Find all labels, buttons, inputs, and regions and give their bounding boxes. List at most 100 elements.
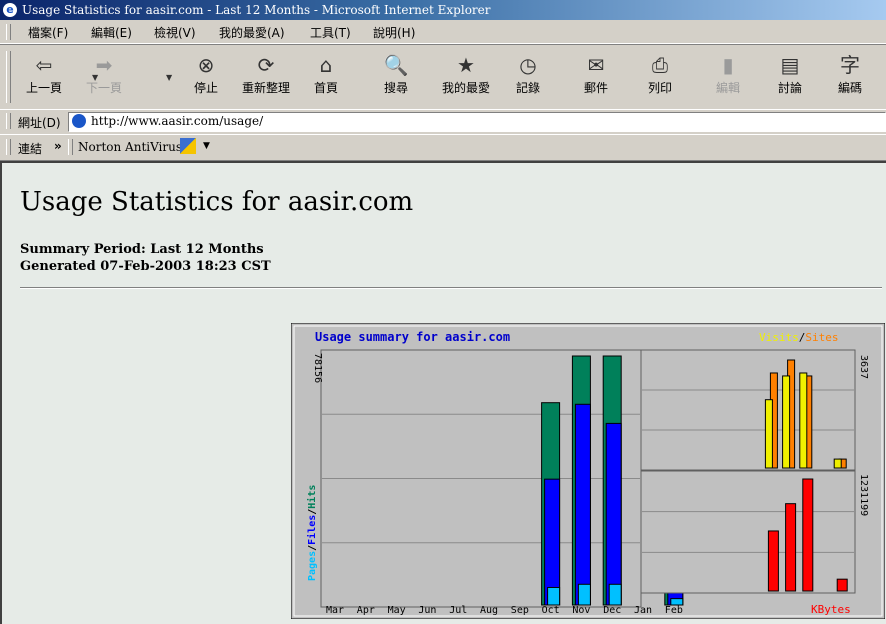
toolbar-button-stop[interactable]: ⊗ 停止: [176, 49, 236, 107]
divider: [20, 287, 882, 289]
toolbar-button-search[interactable]: 🔍 搜尋: [366, 49, 426, 107]
address-url[interactable]: http://www.aasir.com/usage/: [91, 114, 263, 128]
month-label: Jan: [634, 605, 652, 616]
norton-icon[interactable]: [180, 138, 196, 154]
bar-files: [605, 422, 622, 606]
norton-dropdown-icon[interactable]: ▼: [203, 141, 210, 151]
axis-label-part: Pages: [307, 551, 318, 581]
kbytes-label: KBytes: [811, 603, 851, 616]
menu-favorites[interactable]: 我的最愛(A): [219, 24, 285, 41]
favorites-icon: ★: [457, 53, 475, 77]
links-separator: [68, 139, 73, 155]
visits-max-label: 3637: [858, 355, 869, 379]
toolbar-label: 停止: [193, 81, 218, 95]
month-label: Jul: [449, 605, 467, 616]
legend-part: /: [799, 331, 806, 344]
page-icon: [72, 114, 86, 128]
toolbar-button-mail[interactable]: ✉ 郵件: [566, 49, 626, 107]
hits-max-label: 78156: [312, 353, 323, 383]
search-icon: 🔍: [383, 53, 409, 77]
bar-kbytes: [767, 530, 779, 592]
legend-part: Visits: [759, 331, 799, 344]
edit-icon: ▮: [722, 53, 734, 77]
bar-kbytes: [836, 578, 848, 592]
home-icon: ⌂: [319, 53, 333, 77]
visits-panel: [640, 349, 856, 471]
toolbar-button-encoding[interactable]: 字編碼: [820, 49, 880, 107]
toolbar-button-back-arrow[interactable]: ⇦ 上一頁: [14, 49, 74, 107]
toolbar-button-favorites[interactable]: ★ 我的最愛: [436, 49, 496, 107]
address-input[interactable]: http://www.aasir.com/usage/: [68, 112, 886, 132]
print-icon: ⎙: [652, 53, 668, 77]
bar-visits: [833, 458, 842, 469]
bar-kbytes: [785, 503, 797, 592]
month-label: Dec: [603, 605, 621, 616]
month-label: Apr: [357, 605, 375, 616]
menu-tools[interactable]: 工具(T): [310, 24, 351, 41]
bar-kbytes: [802, 478, 814, 592]
toolbar-label: 列印: [647, 81, 672, 95]
usage-summary-chart: Usage summary for aasir.com Mar Apr May Jun J…: [291, 323, 885, 619]
bar-files: [574, 403, 591, 606]
toolbar-label: 記錄: [515, 81, 540, 95]
bar-visits: [782, 375, 791, 469]
window-title: Usage Statistics for aasir.com - Last 12…: [22, 3, 491, 17]
bar-pages: [577, 583, 591, 606]
toolbar-button-home[interactable]: ⌂ 首頁: [296, 49, 356, 107]
page-title: Usage Statistics for aasir.com: [20, 187, 414, 217]
visits-sites-legend: Visits/Sites: [759, 331, 839, 344]
month-label: May: [388, 605, 406, 616]
summary-period: Summary Period: Last 12 Months: [20, 242, 264, 257]
links-chevron-icon[interactable]: »: [54, 139, 62, 153]
toolbar-label: 上一頁: [25, 81, 62, 95]
toolbar-button-forward-arrow[interactable]: ➡ 下一頁: [74, 49, 134, 107]
bar-pages: [670, 598, 684, 606]
menu-help[interactable]: 說明(H): [373, 24, 415, 41]
history-icon: ◷: [519, 53, 537, 77]
toolbar-grip[interactable]: [6, 51, 11, 103]
toolbar-label: 下一頁: [85, 81, 122, 95]
month-label: Feb: [665, 605, 683, 616]
toolbar-button-history[interactable]: ◷ 記錄: [498, 49, 558, 107]
ie-logo-icon: e: [3, 3, 17, 17]
toolbar-button-refresh[interactable]: ⟳ 重新整理: [236, 49, 296, 107]
axis-label-part: Hits: [306, 485, 318, 509]
axis-label-part: Files: [306, 515, 318, 545]
address-grip[interactable]: [6, 113, 11, 129]
menu-edit[interactable]: 編輯(E): [91, 24, 132, 41]
toolbar-label: 首頁: [313, 81, 338, 95]
toolbar-button-edit[interactable]: ▮ 編輯: [698, 49, 758, 107]
bar-pages: [608, 583, 622, 606]
refresh-icon: ⟳: [257, 53, 275, 77]
bar-visits: [764, 399, 773, 469]
legend-part: Sites: [805, 331, 838, 344]
toolbar-label: 討論: [777, 81, 802, 95]
forward-dropdown-icon[interactable]: ▼: [166, 73, 172, 82]
toolbar-button-print[interactable]: ⎙ 列印: [630, 49, 690, 107]
menu-view[interactable]: 檢視(V): [154, 24, 196, 41]
discuss-icon: ▤: [780, 53, 800, 77]
title-bar: e Usage Statistics for aasir.com - Last …: [0, 0, 886, 20]
chart-title: Usage summary for aasir.com: [315, 330, 510, 344]
links-grip[interactable]: [6, 139, 11, 155]
month-label: Aug: [480, 605, 498, 616]
bar-visits: [799, 372, 808, 469]
generated-time: Generated 07-Feb-2003 18:23 CST: [20, 259, 271, 274]
links-norton[interactable]: Norton AntiVirus: [78, 140, 182, 154]
bar-pages: [547, 586, 561, 606]
month-label: Sep: [511, 605, 529, 616]
month-label: Nov: [572, 605, 590, 616]
toolbar-label: 郵件: [583, 81, 608, 95]
back-dropdown-icon[interactable]: ▼: [92, 73, 98, 82]
menu-file[interactable]: 檔案(F): [28, 24, 68, 41]
standard-toolbar: ⇦ 上一頁 ➡ 下一頁 ⊗ 停止 ⟳ 重新整理 ⌂ 首頁 🔍 搜尋 ★ 我的最愛 ◷ 記錄 ✉ 郵件 ⎙ 列印 ▮ 編輯 ▤…: [0, 44, 886, 110]
back-arrow-icon: ⇦: [35, 53, 53, 77]
toolbar-label: 重新整理: [241, 81, 290, 95]
stop-icon: ⊗: [197, 53, 215, 77]
menu-grip[interactable]: [6, 24, 11, 40]
month-label: Oct: [542, 605, 560, 616]
hits-axis-label: Pages/Files/Hits: [306, 485, 318, 581]
toolbar-button-discuss[interactable]: ▤ 討論: [760, 49, 820, 107]
links-label[interactable]: 連結: [18, 140, 42, 157]
mail-icon: ✉: [587, 53, 605, 77]
